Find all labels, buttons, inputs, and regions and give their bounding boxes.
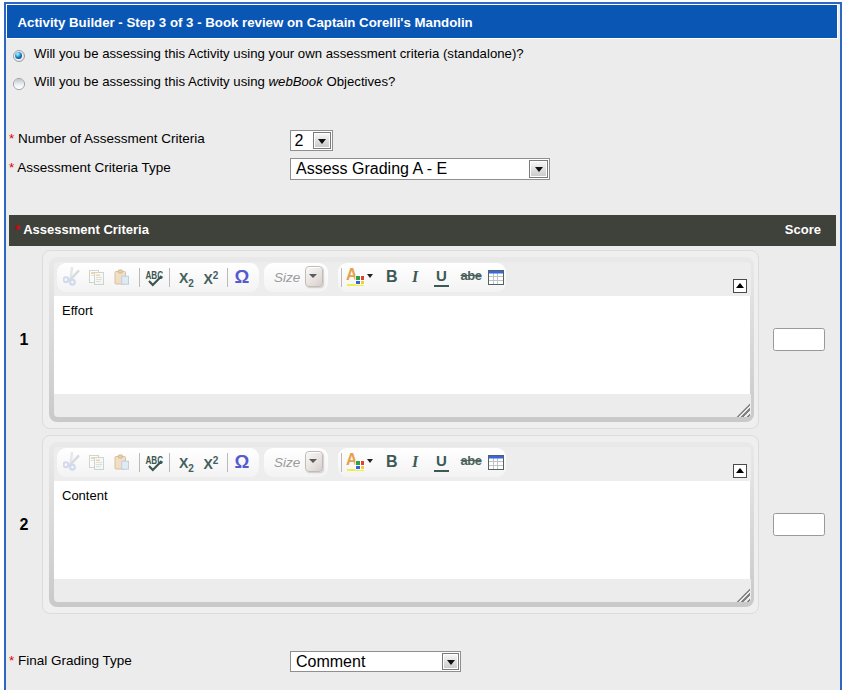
svg-text:ABC: ABC (146, 270, 164, 281)
svg-text:ABC: ABC (146, 455, 164, 466)
